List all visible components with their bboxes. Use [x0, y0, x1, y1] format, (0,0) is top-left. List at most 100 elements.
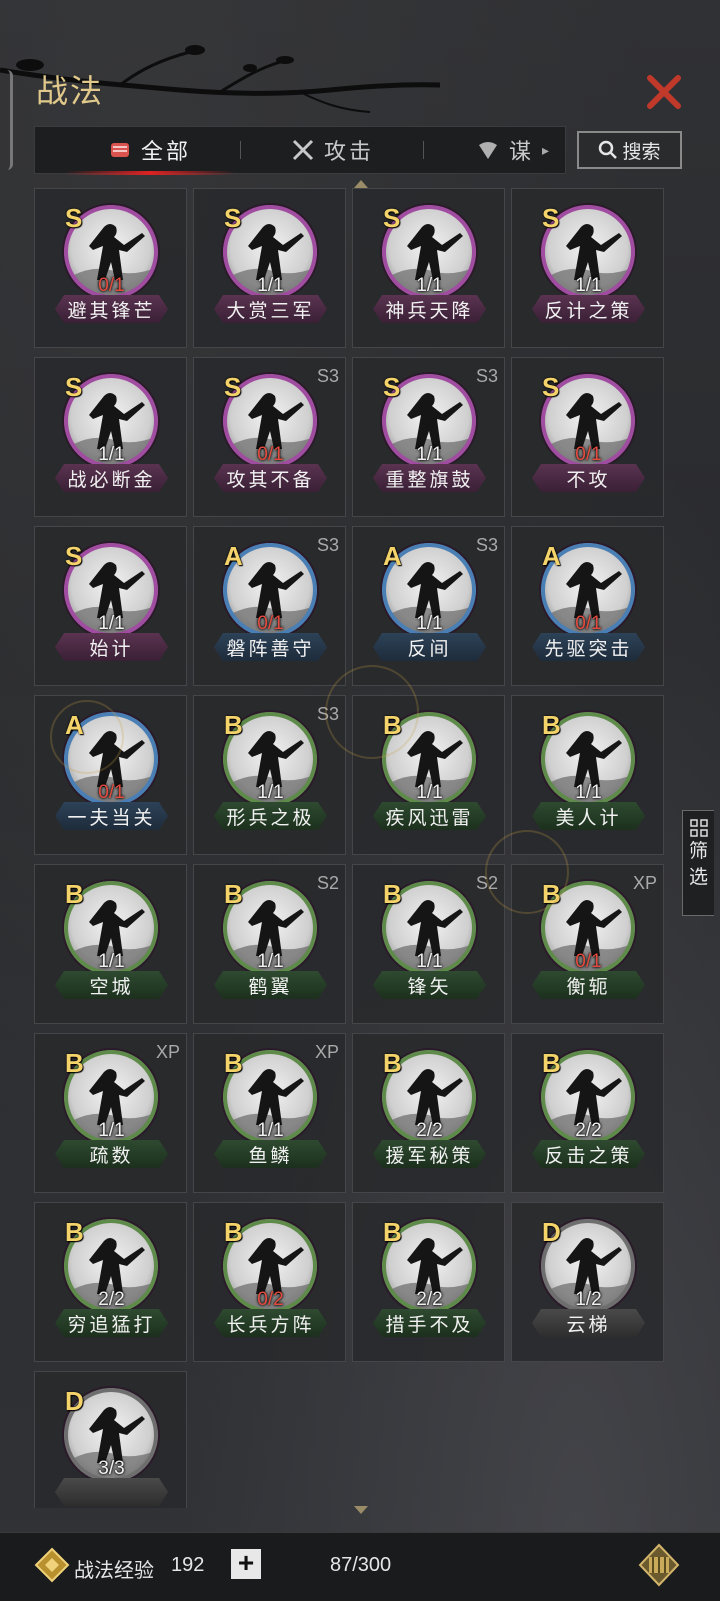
owned-count: 0/1 [98, 782, 125, 803]
crossed-swords-icon [292, 139, 314, 161]
tactic-name: 鹤翼 [214, 971, 327, 999]
grade-badge: B [383, 1048, 402, 1078]
owned-count: 1/1 [257, 275, 284, 296]
add-xp-button[interactable]: + [231, 1549, 261, 1579]
footer-bar: 战法经验 192 + 87/300 [0, 1532, 720, 1601]
xp-value: 192 [171, 1554, 205, 1576]
owned-count: 1/1 [416, 951, 443, 972]
tactic-name: 穷追猛打 [55, 1309, 168, 1337]
grade-badge: S [65, 541, 83, 571]
owned-count: 0/1 [575, 613, 602, 634]
tactic-card[interactable]: S 1/1 大赏三军 [193, 188, 346, 348]
grade-badge: B [224, 710, 243, 740]
close-icon[interactable] [644, 72, 684, 112]
scroll-up-indicator-icon [354, 180, 368, 188]
light-glow [50, 700, 124, 774]
tactic-card[interactable]: B 2/2 措手不及 [352, 1202, 505, 1362]
owned-count: 1/1 [98, 951, 125, 972]
grade-badge: B [65, 1048, 84, 1078]
owned-count: 1/1 [257, 951, 284, 972]
tactic-card[interactable]: A S3 0/1 磐阵善守 [193, 526, 346, 686]
grade-badge: S [383, 372, 401, 402]
tactic-name: 措手不及 [373, 1309, 486, 1337]
tab-divider [423, 141, 424, 159]
owned-count: 0/1 [257, 444, 284, 465]
grid-icon [689, 819, 708, 837]
tab-attack[interactable]: 攻击 [290, 127, 374, 173]
grade-badge: B [65, 1217, 84, 1247]
grade-badge: S [542, 203, 560, 233]
hand-fan-icon [479, 142, 497, 159]
owned-count: 1/1 [98, 444, 125, 465]
tactic-card[interactable]: B 1/1 空城 [34, 864, 187, 1024]
owned-count: 0/1 [575, 951, 602, 972]
owned-count: 0/1 [98, 275, 125, 296]
season-tag: XP [155, 1042, 180, 1062]
season-tag: S3 [475, 366, 498, 386]
filter-button[interactable]: 筛 选 [682, 810, 714, 916]
tactic-card[interactable]: B 0/2 长兵方阵 [193, 1202, 346, 1362]
storage-chest-icon[interactable] [638, 1543, 680, 1587]
tactic-card[interactable]: S 1/1 始计 [34, 526, 187, 686]
tactic-card[interactable]: B S2 1/1 鹤翼 [193, 864, 346, 1024]
tactic-card[interactable]: B XP 1/1 鱼鳞 [193, 1033, 346, 1193]
tab-all-label: 全部 [141, 139, 192, 164]
tactic-card[interactable]: B 2/2 反击之策 [511, 1033, 664, 1193]
season-tag: XP [632, 873, 657, 893]
tab-all[interactable]: 全部 [107, 127, 191, 173]
tactic-name: 反间 [373, 633, 486, 661]
tactic-card[interactable]: B 2/2 穷追猛打 [34, 1202, 187, 1362]
tactic-card[interactable]: A S3 1/1 反间 [352, 526, 505, 686]
tactic-capacity: 87/300 [330, 1554, 392, 1576]
grade-badge: B [383, 1217, 402, 1247]
tactic-card[interactable]: D 1/2 云梯 [511, 1202, 664, 1362]
tactic-name: 鱼鳞 [214, 1140, 327, 1168]
owned-count: 2/2 [98, 1289, 125, 1310]
tactic-card[interactable]: S 0/1 不攻 [511, 357, 664, 517]
tactic-card[interactable]: B XP 1/1 疏数 [34, 1033, 187, 1193]
tactic-card[interactable]: B S3 1/1 形兵之极 [193, 695, 346, 855]
season-tag: S3 [316, 535, 339, 555]
owned-count: 0/1 [575, 444, 602, 465]
tab-attack-label: 攻击 [324, 139, 375, 164]
tactic-card[interactable]: S 1/1 反计之策 [511, 188, 664, 348]
tactic-card[interactable]: S S3 1/1 重整旗鼓 [352, 357, 505, 517]
tactic-grid[interactable]: S 0/1 避其锋芒 S 1/1 大赏三军 S 1/1 神兵天降 S 1/1 反计之策 S 1/1 战必断金… [34, 188, 674, 1508]
season-tag: XP [314, 1042, 339, 1062]
tactic-card[interactable]: B 2/2 援军秘策 [352, 1033, 505, 1193]
tab-strategy-label: 谋 [509, 139, 535, 164]
tactic-name: 一夫当关 [55, 802, 168, 830]
owned-count: 1/1 [416, 275, 443, 296]
search-label: 搜索 [622, 141, 661, 163]
owned-count: 1/1 [416, 782, 443, 803]
tactic-name: 神兵天降 [373, 295, 486, 323]
owned-count: 3/3 [98, 1458, 125, 1479]
grade-badge: A [542, 541, 561, 571]
tactic-card[interactable]: A 0/1 先驱突击 [511, 526, 664, 686]
panel-edge [0, 70, 13, 170]
tactic-name: 先驱突击 [532, 633, 645, 661]
grade-badge: A [224, 541, 243, 571]
grade-badge: B [224, 1048, 243, 1078]
tactic-name: 反计之策 [532, 295, 645, 323]
tab-divider [240, 141, 241, 159]
tactic-card[interactable]: S 0/1 避其锋芒 [34, 188, 187, 348]
tactic-card[interactable]: D 3/3 [34, 1371, 187, 1508]
owned-count: 1/2 [575, 1289, 602, 1310]
tab-strategy[interactable]: 谋 ▸ [475, 127, 552, 173]
tactic-card[interactable]: S S3 0/1 攻其不备 [193, 357, 346, 517]
tactic-xp-icon [34, 1547, 70, 1583]
grade-badge: S [224, 372, 242, 402]
scroll-down-indicator-icon [354, 1506, 368, 1514]
grade-badge: B [383, 879, 402, 909]
owned-count: 1/1 [575, 782, 602, 803]
search-button[interactable]: 搜索 [577, 131, 682, 169]
owned-count: 2/2 [575, 1120, 602, 1141]
owned-count: 1/1 [416, 613, 443, 634]
tactic-name: 云梯 [532, 1309, 645, 1337]
grade-badge: D [65, 1386, 84, 1416]
tactic-card[interactable]: S 1/1 战必断金 [34, 357, 187, 517]
tactic-card[interactable]: B S2 1/1 锋矢 [352, 864, 505, 1024]
tactic-name: 大赏三军 [214, 295, 327, 323]
tactic-card[interactable]: S 1/1 神兵天降 [352, 188, 505, 348]
